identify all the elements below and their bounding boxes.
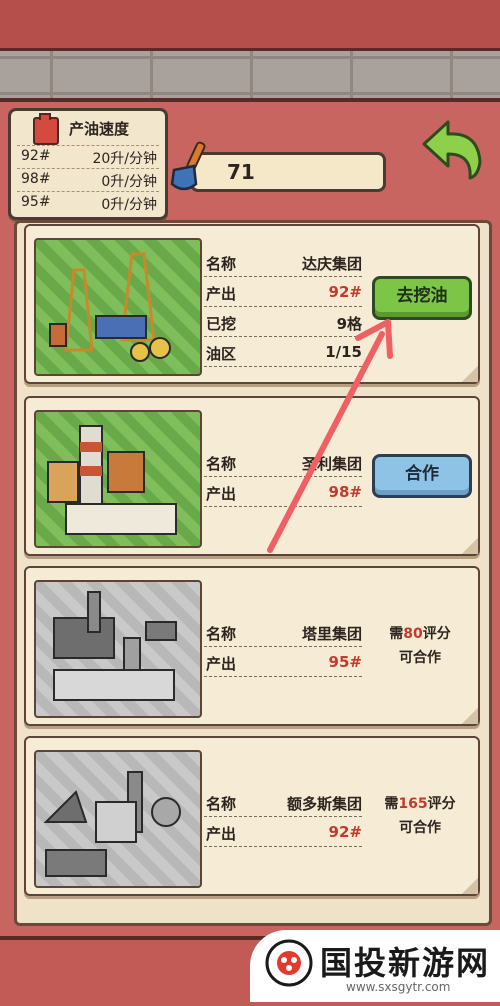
required-score: 165 bbox=[398, 796, 428, 812]
need-prefix: 需 bbox=[384, 796, 399, 812]
go-dig-button[interactable]: 去挖油 bbox=[372, 276, 472, 320]
speed-row-98: 98# 0升/分钟 bbox=[17, 168, 159, 191]
brick-wall-background bbox=[0, 0, 500, 100]
info-row-field: 油区 1/15 bbox=[204, 340, 362, 367]
label: 名称 bbox=[206, 255, 237, 273]
locked-refinery-icon bbox=[53, 591, 177, 701]
need-suffix: 评分 bbox=[422, 626, 451, 642]
oil-field-progress: 1/15 bbox=[325, 343, 362, 361]
label: 产出 bbox=[206, 655, 237, 673]
label: 产出 bbox=[206, 825, 237, 843]
label: 名称 bbox=[206, 795, 237, 813]
speed-value: 0升/分钟 bbox=[101, 197, 157, 213]
info-row-name: 名称 圣利集团 bbox=[204, 450, 362, 477]
back-arrow-icon[interactable] bbox=[420, 118, 486, 182]
info-row-name: 名称 塔里集团 bbox=[204, 620, 362, 647]
need-prefix: 需 bbox=[389, 626, 404, 642]
need-suffix: 评分 bbox=[427, 796, 456, 812]
page-curl bbox=[462, 708, 478, 724]
label: 名称 bbox=[206, 455, 237, 473]
cooperation-requirement: 需165评分 可合作 bbox=[370, 792, 470, 840]
label: 油区 bbox=[206, 345, 237, 363]
speed-value: 0升/分钟 bbox=[101, 174, 157, 190]
jerrycan-icon bbox=[33, 113, 59, 145]
label: 产出 bbox=[206, 285, 237, 303]
need-line2: 可合作 bbox=[399, 820, 441, 836]
locked-refinery-illustration bbox=[34, 580, 202, 718]
output-grade: 95# bbox=[328, 653, 362, 671]
info-row-output: 产出 98# bbox=[204, 480, 362, 507]
cooperate-button[interactable]: 合作 bbox=[372, 454, 472, 498]
oil-speed-header: 产油速度 bbox=[11, 111, 165, 145]
page-curl bbox=[462, 366, 478, 382]
company-name: 塔里集团 bbox=[301, 625, 362, 643]
info-row-name: 名称 额多斯集团 bbox=[204, 790, 362, 817]
company-name: 额多斯集团 bbox=[286, 795, 362, 813]
watermark: 国投新游网 www.sxsgytr.com bbox=[250, 930, 500, 1002]
oil-derrick-icon bbox=[49, 252, 171, 362]
speed-grade: 95# bbox=[21, 194, 51, 210]
speed-row-95: 95# 0升/分钟 bbox=[17, 191, 159, 214]
info-row-dug: 已挖 9格 bbox=[204, 310, 362, 337]
oil-speed-title: 产油速度 bbox=[69, 120, 130, 138]
refinery-illustration bbox=[34, 410, 202, 548]
refinery-icon bbox=[47, 425, 177, 535]
output-grade: 92# bbox=[328, 283, 362, 301]
info-row-name: 名称 达庆集团 bbox=[204, 250, 362, 277]
watermark-url: www.sxsgytr.com bbox=[346, 980, 451, 994]
locked-refinery-illustration bbox=[34, 750, 202, 888]
label: 产出 bbox=[206, 485, 237, 503]
need-line2: 可合作 bbox=[399, 650, 441, 666]
shovel-icon bbox=[170, 141, 206, 191]
page-curl bbox=[462, 538, 478, 554]
output-grade: 92# bbox=[328, 823, 362, 841]
company-card-daqing: 名称 达庆集团 产出 92# 已挖 9格 油区 1/15 去挖油 bbox=[24, 224, 480, 384]
output-grade: 98# bbox=[328, 483, 362, 501]
required-score: 80 bbox=[403, 626, 423, 642]
speed-grade: 98# bbox=[21, 171, 51, 187]
shovel-count: 71 bbox=[227, 160, 255, 184]
watermark-title: 国投新游网 bbox=[320, 944, 491, 982]
info-row-output: 产出 92# bbox=[204, 280, 362, 307]
company-card-shengli: 名称 圣利集团 产出 98# 合作 bbox=[24, 396, 480, 556]
shovel-counter: 71 bbox=[190, 152, 386, 192]
locked-refinery-icon bbox=[43, 771, 181, 877]
company-name: 达庆集团 bbox=[301, 255, 362, 273]
page-curl bbox=[462, 878, 478, 894]
speed-row-92: 92# 20升/分钟 bbox=[17, 145, 159, 168]
cooperation-requirement: 需80评分 可合作 bbox=[370, 622, 470, 670]
company-card-eduosi: 名称 额多斯集团 产出 92# 需165评分 可合作 bbox=[24, 736, 480, 896]
speed-value: 20升/分钟 bbox=[92, 151, 157, 167]
oil-speed-panel: 产油速度 92# 20升/分钟 98# 0升/分钟 95# 0升/分钟 bbox=[8, 108, 168, 220]
refinery-illustration bbox=[34, 238, 202, 376]
company-name: 圣利集团 bbox=[301, 455, 362, 473]
watermark-logo-icon bbox=[265, 939, 313, 987]
label: 已挖 bbox=[206, 315, 237, 333]
company-card-tali: 名称 塔里集团 产出 95# 需80评分 可合作 bbox=[24, 566, 480, 726]
label: 名称 bbox=[206, 625, 237, 643]
dug-count: 9格 bbox=[336, 315, 362, 333]
speed-grade: 92# bbox=[21, 148, 51, 164]
info-row-output: 产出 95# bbox=[204, 650, 362, 677]
info-row-output: 产出 92# bbox=[204, 820, 362, 847]
